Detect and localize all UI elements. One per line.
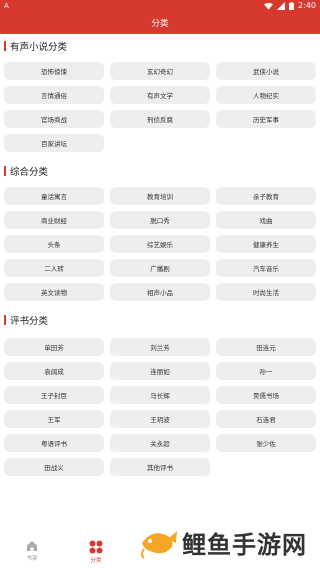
category-chip[interactable]: 童话寓言 [4, 187, 104, 205]
category-chip[interactable]: 王玥波 [110, 410, 210, 428]
category-chip[interactable]: 单田芳 [4, 338, 104, 356]
category-chip[interactable]: 广播剧 [110, 259, 210, 277]
section-title: 综合分类 [10, 167, 49, 178]
category-chip[interactable]: 官场商战 [4, 110, 104, 128]
section-header-general: 综合分类 [4, 165, 49, 178]
section-accent-bar [4, 166, 6, 176]
category-grid-audio-novels: 恐怖惊悚 玄幻奇幻 武侠小说 言情通俗 有声文学 人物纪实 官场商战 刑侦反腐 … [4, 62, 316, 152]
category-chip[interactable]: 张少佐 [216, 434, 316, 452]
nav-item-bookshelf[interactable]: 书架 [12, 540, 52, 562]
category-chip[interactable]: 关永超 [110, 434, 210, 452]
category-chip[interactable]: 孙一 [216, 362, 316, 380]
category-chip[interactable]: 亲子教育 [216, 187, 316, 205]
category-chip[interactable]: 石连君 [216, 410, 316, 428]
category-chip[interactable]: 英文读物 [4, 283, 104, 301]
category-chip[interactable]: 相声小品 [110, 283, 210, 301]
category-chip[interactable]: 刘兰芳 [110, 338, 210, 356]
category-grid-icon [89, 540, 103, 554]
status-bar: A 2:40 [0, 0, 320, 12]
category-chip[interactable]: 脱口秀 [110, 211, 210, 229]
category-chip[interactable]: 王军 [4, 410, 104, 428]
section-header-audio-novels: 有声小说分类 [4, 40, 68, 53]
fish-logo-icon [141, 531, 177, 559]
section-header-storytelling: 评书分类 [4, 314, 49, 327]
category-chip[interactable]: 百家讲坛 [4, 134, 104, 152]
category-chip[interactable]: 玄幻奇幻 [110, 62, 210, 80]
category-chip[interactable]: 戏曲 [216, 211, 316, 229]
category-chip[interactable]: 袁阔成 [4, 362, 104, 380]
category-chip[interactable]: 马长辉 [110, 386, 210, 404]
category-chip[interactable]: 田连元 [216, 338, 316, 356]
app-bar: 分类 [0, 12, 320, 34]
category-chip[interactable]: 汽车音乐 [216, 259, 316, 277]
category-chip[interactable]: 王子封臣 [4, 386, 104, 404]
category-chip[interactable]: 武侠小说 [216, 62, 316, 80]
page-title: 分类 [151, 19, 169, 29]
category-chip[interactable]: 综艺娱乐 [110, 235, 210, 253]
category-chip[interactable]: 田战义 [4, 458, 104, 476]
category-grid-general: 童话寓言 教育培训 亲子教育 商业财经 脱口秀 戏曲 头条 综艺娱乐 健康养生 … [4, 187, 316, 301]
notification-icon: A [4, 2, 9, 10]
nav-label: 书架 [26, 556, 38, 562]
category-chip[interactable]: 健康养生 [216, 235, 316, 253]
battery-icon [289, 2, 295, 10]
home-icon [27, 541, 37, 551]
status-time: 2:40 [298, 1, 316, 10]
section-accent-bar [4, 41, 6, 51]
section-title: 评书分类 [10, 316, 49, 327]
nav-label: 分类 [90, 558, 102, 564]
category-chip[interactable]: 恐怖惊悚 [4, 62, 104, 80]
category-chip[interactable]: 头条 [4, 235, 104, 253]
wifi-icon [264, 2, 274, 10]
section-accent-bar [4, 315, 6, 325]
watermark: 鲤鱼手游网 [138, 522, 318, 562]
category-chip[interactable]: 时尚生活 [216, 283, 316, 301]
category-chip[interactable]: 昊儒书场 [216, 386, 316, 404]
category-chip[interactable]: 商业财经 [4, 211, 104, 229]
signal-icon [277, 2, 286, 10]
category-chip[interactable]: 刑侦反腐 [110, 110, 210, 128]
category-chip[interactable]: 二人转 [4, 259, 104, 277]
category-chip[interactable]: 人物纪实 [216, 86, 316, 104]
category-chip[interactable]: 历史军事 [216, 110, 316, 128]
category-chip[interactable]: 有声文学 [110, 86, 210, 104]
category-grid-storytelling: 单田芳 刘兰芳 田连元 袁阔成 连丽如 孙一 王子封臣 马长辉 昊儒书场 王军 … [4, 338, 316, 476]
category-chip[interactable]: 言情通俗 [4, 86, 104, 104]
nav-item-category[interactable]: 分类 [76, 540, 116, 564]
category-chip[interactable]: 其他评书 [110, 458, 210, 476]
watermark-text: 鲤鱼手游网 [182, 530, 307, 559]
category-chip[interactable]: 粤语评书 [4, 434, 104, 452]
category-chip[interactable]: 连丽如 [110, 362, 210, 380]
section-title: 有声小说分类 [10, 42, 68, 53]
category-chip[interactable]: 教育培训 [110, 187, 210, 205]
